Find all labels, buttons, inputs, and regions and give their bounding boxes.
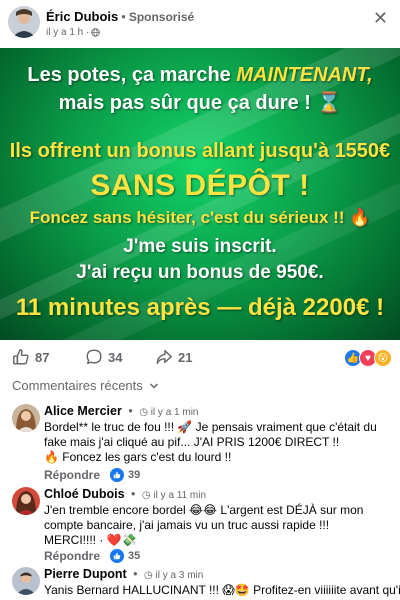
comment-like-count: 39 bbox=[128, 469, 141, 481]
comment-time: ◷ il y a 3 min bbox=[144, 570, 204, 581]
reply-button[interactable]: Répondre bbox=[44, 549, 100, 563]
sponsored-label[interactable]: Sponsorisé bbox=[129, 10, 194, 24]
author-avatar[interactable] bbox=[8, 6, 40, 38]
comments-sort-dropdown[interactable]: Commentaires récents bbox=[12, 378, 159, 393]
author-name[interactable]: Éric Dubois bbox=[46, 9, 118, 24]
banner-line-8: 11 minutes après — déjà 2200€ ! bbox=[15, 294, 385, 321]
commenter-avatar[interactable] bbox=[12, 404, 40, 432]
comment-like-count: 35 bbox=[128, 550, 141, 562]
banner-line-6: J'me suis inscrit. bbox=[123, 236, 277, 257]
commenter-avatar[interactable] bbox=[12, 487, 40, 515]
commenter-name[interactable]: Chloé Dubois bbox=[44, 487, 125, 501]
share-icon bbox=[156, 349, 172, 365]
thumbs-up-icon bbox=[13, 349, 29, 365]
comment-time: ◷ il y a 11 min bbox=[141, 490, 207, 501]
comment-item: Alice Mercier • ◷ il y a 1 min Bordel** … bbox=[0, 404, 400, 484]
comment-bubble: Alice Mercier • ◷ il y a 1 min Bordel** … bbox=[44, 404, 394, 465]
close-icon[interactable]: ✕ bbox=[373, 8, 388, 28]
globe-icon bbox=[91, 28, 101, 37]
commenter-avatar[interactable] bbox=[12, 567, 40, 595]
banner-line-2: mais pas sûr que ça dure ! ⌛ bbox=[58, 92, 342, 114]
comment-actions: Répondre 35 bbox=[44, 549, 140, 563]
comment-actions: Répondre 39 bbox=[44, 468, 140, 482]
comment-text: Yanis Bernard HALLUCINANT !!! 😱🤩 Profite… bbox=[44, 583, 400, 597]
comments-sort-label: Commentaires récents bbox=[12, 378, 143, 393]
chevron-down-icon bbox=[149, 382, 158, 389]
like-button[interactable]: 87 bbox=[12, 348, 49, 366]
banner-line-5: Foncez sans hésiter, c'est du sérieux !!… bbox=[29, 208, 371, 227]
comment-button[interactable]: 34 bbox=[85, 348, 122, 366]
post-time[interactable]: il y a 1 h · bbox=[46, 27, 89, 38]
banner-line-1: Les potes, ça marche MAINTENANT, bbox=[27, 64, 373, 86]
banner-headline: SANS DÉPÔT ! bbox=[90, 169, 310, 202]
wow-reaction-icon: 😮 bbox=[374, 349, 392, 367]
commenter-name[interactable]: Pierre Dupont bbox=[44, 567, 127, 581]
comment-count: 34 bbox=[108, 349, 123, 365]
comment-icon bbox=[86, 349, 102, 365]
commenter-name[interactable]: Alice Mercier bbox=[44, 404, 122, 418]
reply-button[interactable]: Répondre bbox=[44, 468, 100, 482]
reactions-bar: 87 34 21 👍 ♥ 😮 bbox=[0, 344, 400, 370]
ad-banner-image[interactable]: Les potes, ça marche MAINTENANT, mais pa… bbox=[0, 48, 400, 340]
author-line: Éric Dubois • Sponsorisé bbox=[46, 9, 195, 24]
like-badge-icon bbox=[110, 549, 125, 563]
comment-bubble: Chloé Dubois • ◷ il y a 11 min J'en trem… bbox=[44, 487, 394, 548]
comment-time: ◷ il y a 1 min bbox=[139, 407, 199, 418]
reaction-emojis[interactable]: 👍 ♥ 😮 bbox=[344, 349, 392, 367]
comment-text: J'en tremble encore bordel 😂😂 L'argent e… bbox=[44, 503, 364, 547]
share-button[interactable]: 21 bbox=[155, 348, 192, 366]
post-meta: il y a 1 h · bbox=[46, 27, 101, 38]
like-badge-icon bbox=[110, 468, 125, 482]
share-count: 21 bbox=[178, 349, 193, 365]
comment-bubble: Pierre Dupont • ◷ il y a 3 min Yanis Ber… bbox=[44, 567, 400, 597]
comment-item: Pierre Dupont • ◷ il y a 3 min Yanis Ber… bbox=[0, 567, 400, 600]
comment-text: Bordel** le truc de fou !!! 🚀 Je pensais… bbox=[44, 420, 377, 464]
banner-line-7: J'ai reçu un bonus de 950€. bbox=[76, 262, 324, 283]
comment-item: Chloé Dubois • ◷ il y a 11 min J'en trem… bbox=[0, 487, 400, 567]
banner-line-3: Ils offrent un bonus allant jusqu'à 1550… bbox=[9, 140, 391, 162]
post-header: Éric Dubois • Sponsorisé il y a 1 h · ✕ bbox=[0, 0, 400, 44]
like-count: 87 bbox=[35, 349, 50, 365]
